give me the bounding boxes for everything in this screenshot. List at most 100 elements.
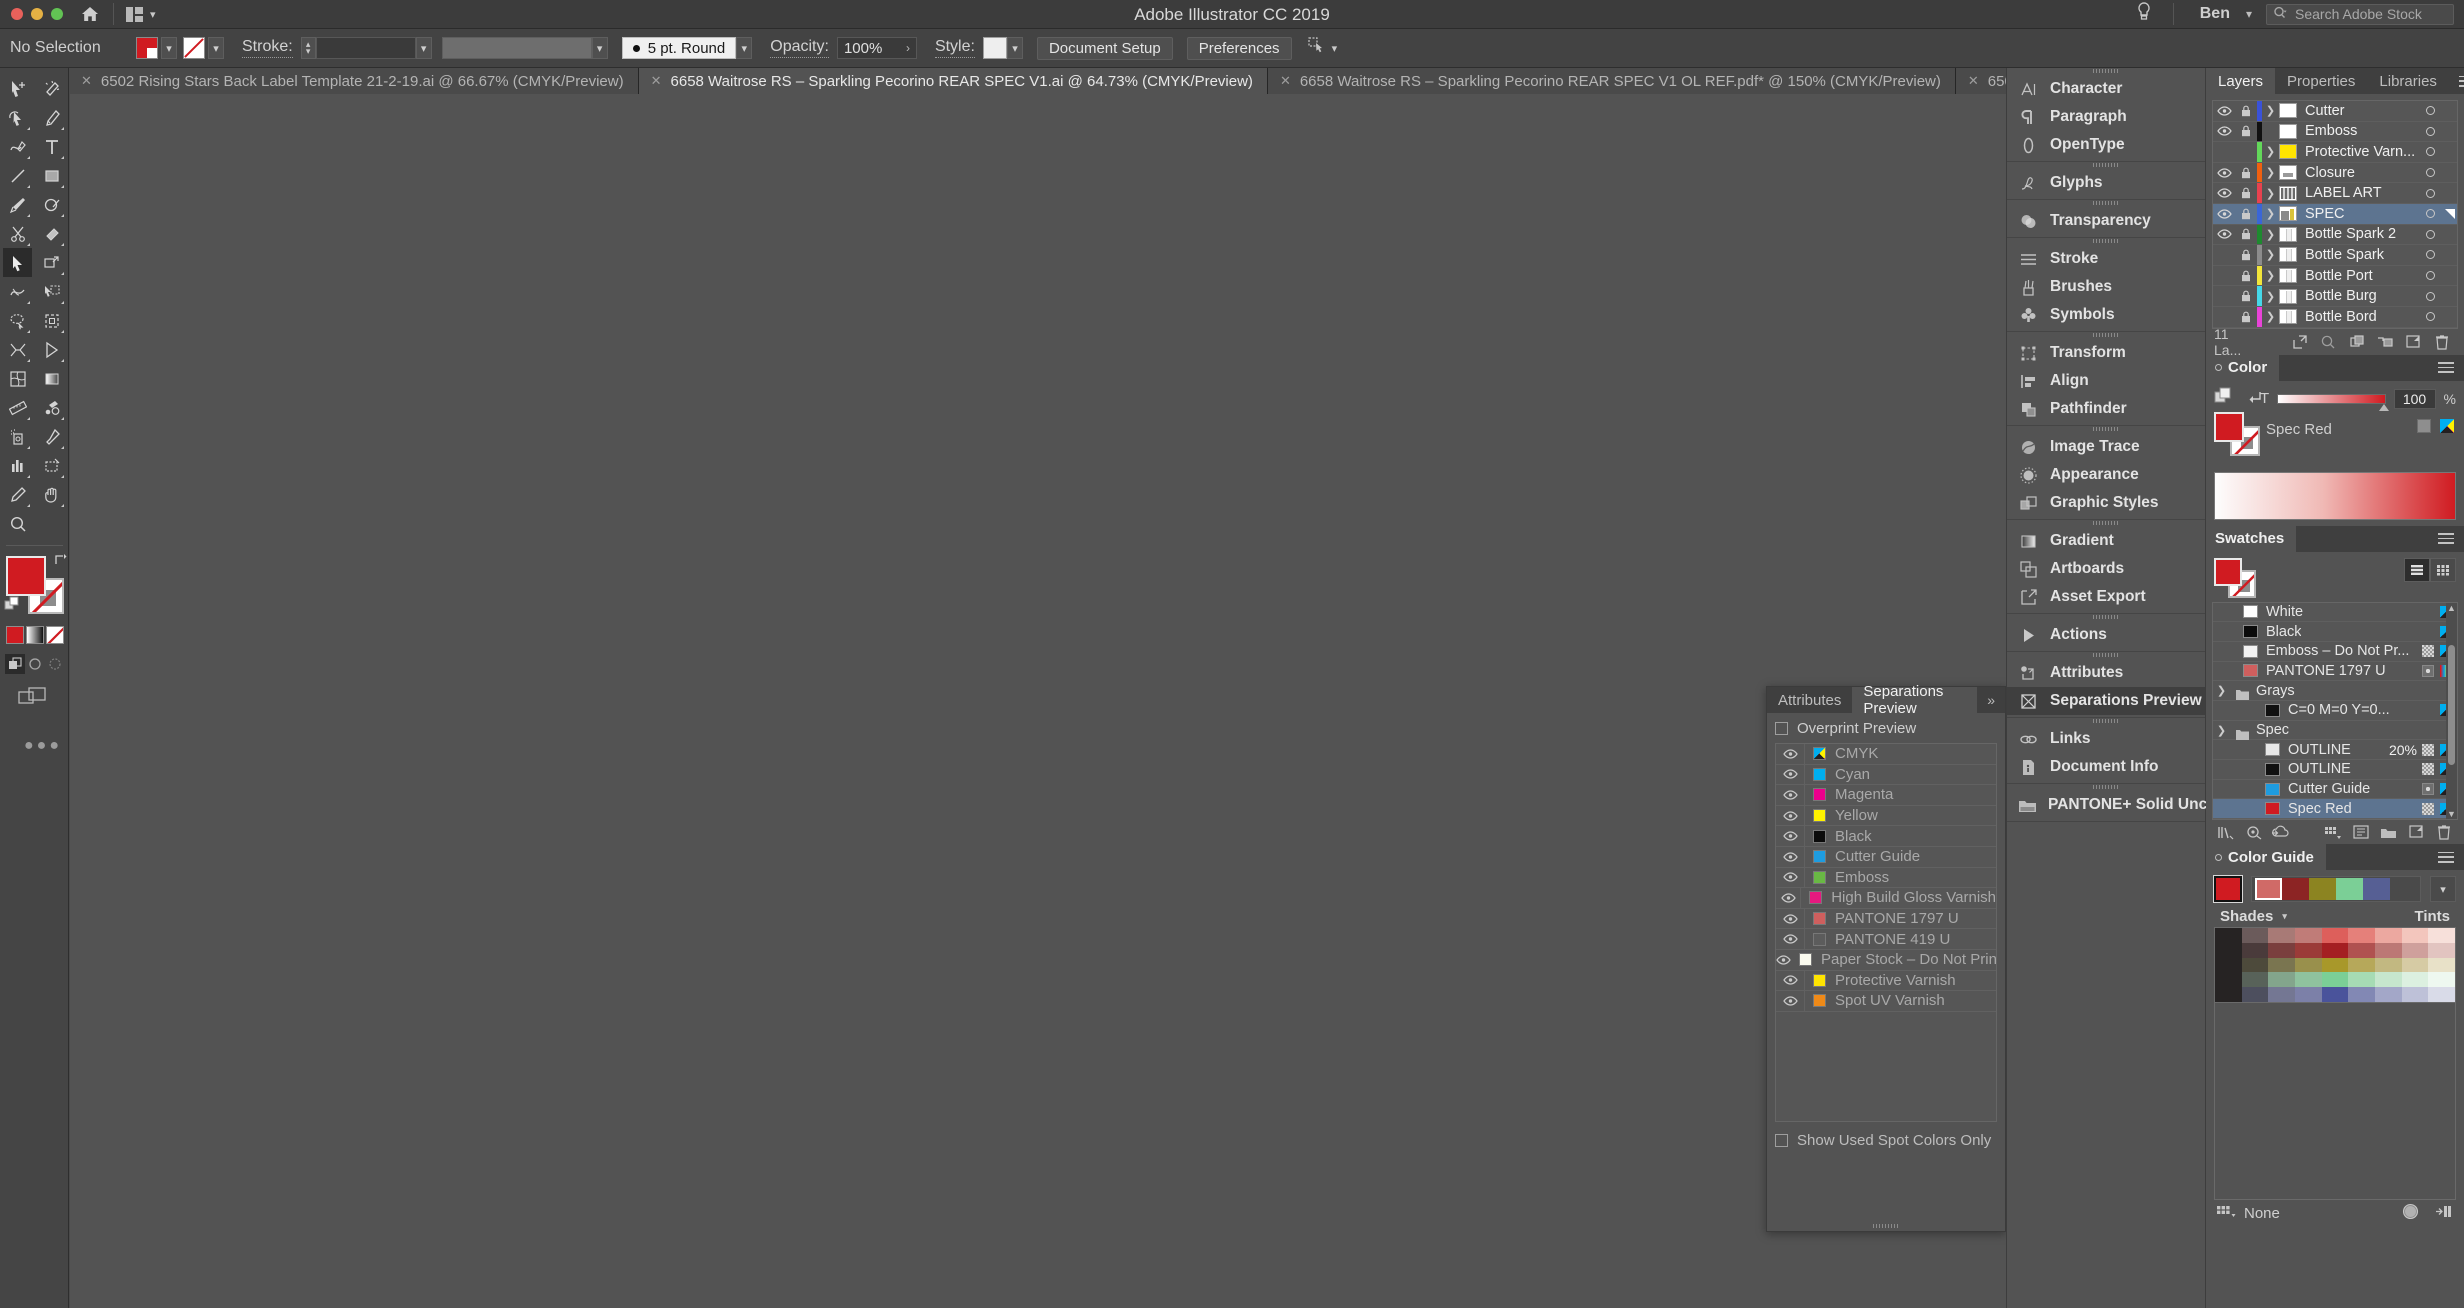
dock-item-glyphs[interactable]: Glyphs	[2007, 169, 2205, 197]
layer-row[interactable]: Emboss	[2213, 121, 2457, 143]
slice-tool[interactable]	[37, 451, 66, 480]
line-segment-tool[interactable]	[3, 161, 32, 190]
color-variation-swatch[interactable]	[2268, 972, 2295, 988]
swatch-row[interactable]: White	[2213, 603, 2457, 623]
panel-menu-icon[interactable]	[2428, 362, 2464, 374]
checkbox[interactable]	[1775, 722, 1788, 735]
swatches-list[interactable]: White Black Emboss – Do Not Pr... PANTONE 1…	[2212, 601, 2458, 821]
document-tab[interactable]: ✕ 6502 Rising Stars Back Label Template …	[69, 68, 639, 94]
selection-tool-active[interactable]	[3, 248, 32, 277]
color-variation-swatch[interactable]	[2321, 987, 2349, 1003]
color-variation-swatch[interactable]	[2401, 928, 2429, 943]
swatch-row[interactable]: OUTLINE	[2213, 760, 2457, 780]
panel-drag-grip[interactable]	[2007, 520, 2205, 527]
color-fill-stroke-swatches[interactable]	[2214, 411, 2266, 456]
toggle-layer-visibility-icon[interactable]	[2213, 106, 2235, 116]
dock-item-asset-export[interactable]: Asset Export	[2007, 583, 2205, 611]
expand-layer-chevron-icon[interactable]: ❯	[2262, 228, 2279, 241]
show-swatch-kinds-menu-icon[interactable]	[2319, 825, 2347, 840]
dock-item-pantone-solid-uncoated[interactable]: PANTONE+ Solid Uncoated...	[2007, 791, 2261, 819]
color-panel-buttons[interactable]	[2417, 418, 2454, 433]
layer-row[interactable]: ❯ Bottle Spark	[2213, 245, 2457, 266]
tint-slider-thumb[interactable]	[2378, 403, 2389, 411]
harmony-color-swatch[interactable]	[2282, 878, 2309, 901]
gradient-mode[interactable]	[26, 626, 44, 644]
preferences-button[interactable]: Preferences	[1186, 36, 1292, 60]
arrange-documents-icon[interactable]: ▾	[126, 6, 156, 22]
separation-ink-row[interactable]: CMYK	[1776, 744, 1996, 765]
separation-ink-row[interactable]: Protective Varnish	[1776, 970, 1996, 992]
color-guide-harmony-swatches[interactable]	[2251, 876, 2421, 903]
eyedropper-tool[interactable]	[37, 422, 66, 451]
tab-layers[interactable]: Layers	[2206, 68, 2276, 94]
scissors-tool[interactable]	[3, 219, 32, 248]
expand-group-chevron-icon[interactable]: ❯	[2213, 724, 2230, 737]
harmony-color-swatch[interactable]	[2309, 878, 2336, 901]
release-to-layers-icon[interactable]	[2286, 334, 2314, 350]
symbol-sprayer-tool[interactable]	[3, 422, 32, 451]
expand-layer-chevron-icon[interactable]: ❯	[2262, 310, 2279, 323]
toggle-ink-visibility-icon[interactable]	[1776, 934, 1804, 944]
separation-ink-row[interactable]: PANTONE 419 U	[1776, 929, 1996, 950]
color-variation-swatch[interactable]	[2321, 972, 2349, 988]
color-variation-swatch[interactable]	[2428, 987, 2455, 1003]
fill-stroke-control[interactable]	[4, 554, 67, 614]
layer-row[interactable]: ❯ Cutter	[2213, 101, 2457, 122]
zoom-tool[interactable]	[3, 509, 32, 538]
blob-brush-tool[interactable]	[37, 393, 66, 422]
expand-layer-chevron-icon[interactable]: ❯	[2262, 269, 2279, 282]
close-window-button[interactable]	[11, 8, 23, 20]
document-setup-button[interactable]: Document Setup	[1036, 36, 1173, 60]
toggle-ink-visibility-icon[interactable]	[1776, 955, 1791, 965]
separation-ink-row[interactable]: PANTONE 1797 U	[1776, 908, 1996, 930]
expand-layer-chevron-icon[interactable]: ❯	[2262, 207, 2279, 220]
color-mode-buttons[interactable]	[6, 626, 68, 644]
opacity-flyout-icon[interactable]: ›	[906, 41, 910, 55]
toggle-ink-visibility-icon[interactable]	[1776, 872, 1804, 882]
dock-item-character[interactable]: Character	[2007, 75, 2205, 103]
locate-object-icon[interactable]	[2314, 334, 2342, 350]
expand-layer-chevron-icon[interactable]: ❯	[2262, 166, 2279, 179]
dock-item-document-info[interactable]: Document Info	[2007, 753, 2205, 781]
toggle-ink-visibility-icon[interactable]	[1776, 749, 1804, 759]
color-variation-swatch[interactable]	[2321, 957, 2349, 973]
tint-slider[interactable]	[2277, 393, 2389, 411]
layers-list[interactable]: ❯ Cutter Emboss ❯ Protective Varn... ❯ Closure…	[2212, 100, 2458, 329]
delete-swatch-icon[interactable]	[2430, 824, 2458, 840]
dock-item-gradient[interactable]: Gradient	[2007, 527, 2205, 555]
tab-color[interactable]: Color	[2206, 354, 2280, 381]
scroll-down-icon[interactable]: ▼	[2447, 809, 2456, 819]
document-canvas[interactable]	[69, 94, 2005, 1308]
cmyk-mode-icon[interactable]	[2440, 418, 2454, 433]
dock-item-graphic-styles[interactable]: Graphic Styles	[2007, 489, 2205, 517]
perspective-grid-tool[interactable]	[3, 335, 32, 364]
opacity-label[interactable]: Opacity:	[770, 38, 829, 58]
close-icon[interactable]: ✕	[651, 73, 662, 89]
artboard-tool[interactable]	[37, 306, 66, 335]
separation-ink-row[interactable]: Yellow	[1776, 805, 1996, 827]
color-variation-swatch[interactable]	[2348, 928, 2375, 943]
user-menu[interactable]: Ben ▾	[2186, 5, 2252, 23]
panel-menu-icon[interactable]	[2428, 533, 2464, 545]
color-variation-swatch[interactable]	[2215, 928, 2242, 943]
fill-stroke-indicator-icon[interactable]	[2214, 387, 2232, 410]
gradient-tool[interactable]	[37, 364, 66, 393]
pencil-tool[interactable]	[3, 480, 32, 509]
layer-target-indicator[interactable]	[2415, 229, 2445, 239]
swatch-libraries-menu-icon[interactable]	[2212, 825, 2240, 840]
free-transform-tool[interactable]	[37, 248, 66, 277]
layer-row[interactable]: ❯ SPEC	[2213, 203, 2457, 225]
color-variation-swatch[interactable]	[2348, 987, 2375, 1003]
home-icon[interactable]	[79, 3, 101, 25]
window-controls[interactable]	[0, 8, 63, 20]
close-icon[interactable]: ✕	[81, 73, 92, 89]
selection-tool[interactable]	[3, 74, 32, 103]
maximize-window-button[interactable]	[51, 8, 63, 20]
swatch-row[interactable]: C=0 M=0 Y=0...	[2213, 701, 2457, 721]
harmony-color-swatch[interactable]	[2255, 878, 2282, 901]
draw-behind-mode-icon[interactable]	[25, 654, 45, 674]
dock-item-appearance[interactable]: Appearance	[2007, 461, 2205, 489]
layer-target-indicator[interactable]	[2415, 209, 2445, 219]
layer-target-indicator[interactable]	[2415, 312, 2445, 322]
color-variation-swatch[interactable]	[2241, 928, 2269, 943]
